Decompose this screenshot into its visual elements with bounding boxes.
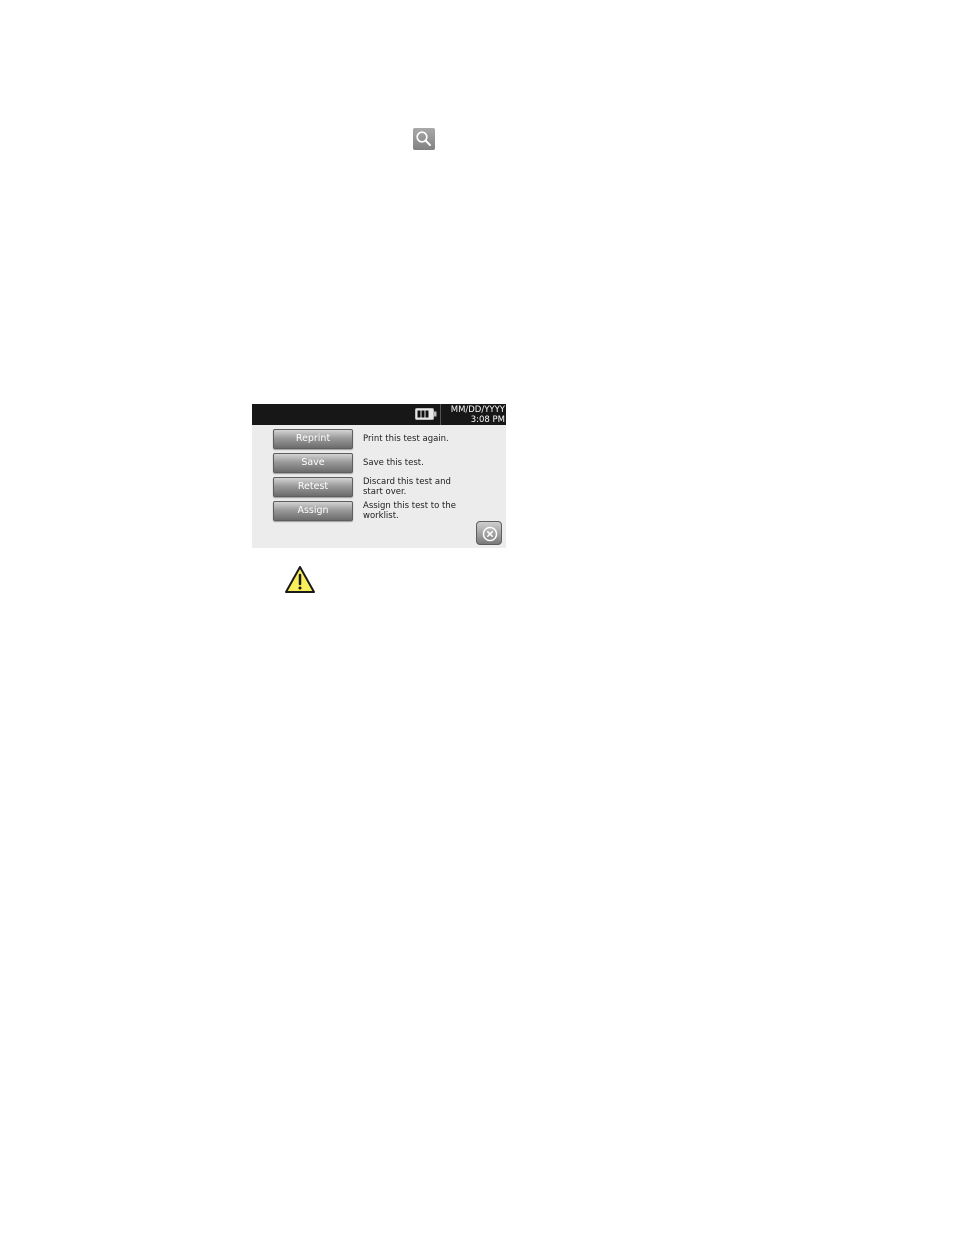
status-bar: MM/DD/YYYY 3:08 PM (252, 404, 506, 425)
time-text: 3:08 PM (470, 415, 505, 425)
close-button[interactable] (476, 521, 502, 545)
retest-description: Discard this test and start over. (363, 477, 451, 497)
save-button[interactable]: Save (273, 453, 353, 473)
warning-triangle-icon (285, 566, 315, 593)
close-circle-icon (482, 526, 498, 542)
device-screen: MM/DD/YYYY 3:08 PM Reprint Print this te… (252, 404, 506, 548)
date-text: MM/DD/YYYY (450, 405, 505, 415)
assign-description: Assign this test to the worklist. (363, 501, 456, 521)
reprint-description: Print this test again. (363, 434, 449, 444)
save-description: Save this test. (363, 458, 424, 468)
reprint-button[interactable]: Reprint (273, 429, 353, 449)
retest-button[interactable]: Retest (273, 477, 353, 497)
battery-icon (415, 408, 437, 420)
assign-button[interactable]: Assign (273, 501, 353, 521)
magnifier-icon[interactable] (413, 128, 435, 150)
datetime: MM/DD/YYYY 3:08 PM (441, 405, 505, 425)
